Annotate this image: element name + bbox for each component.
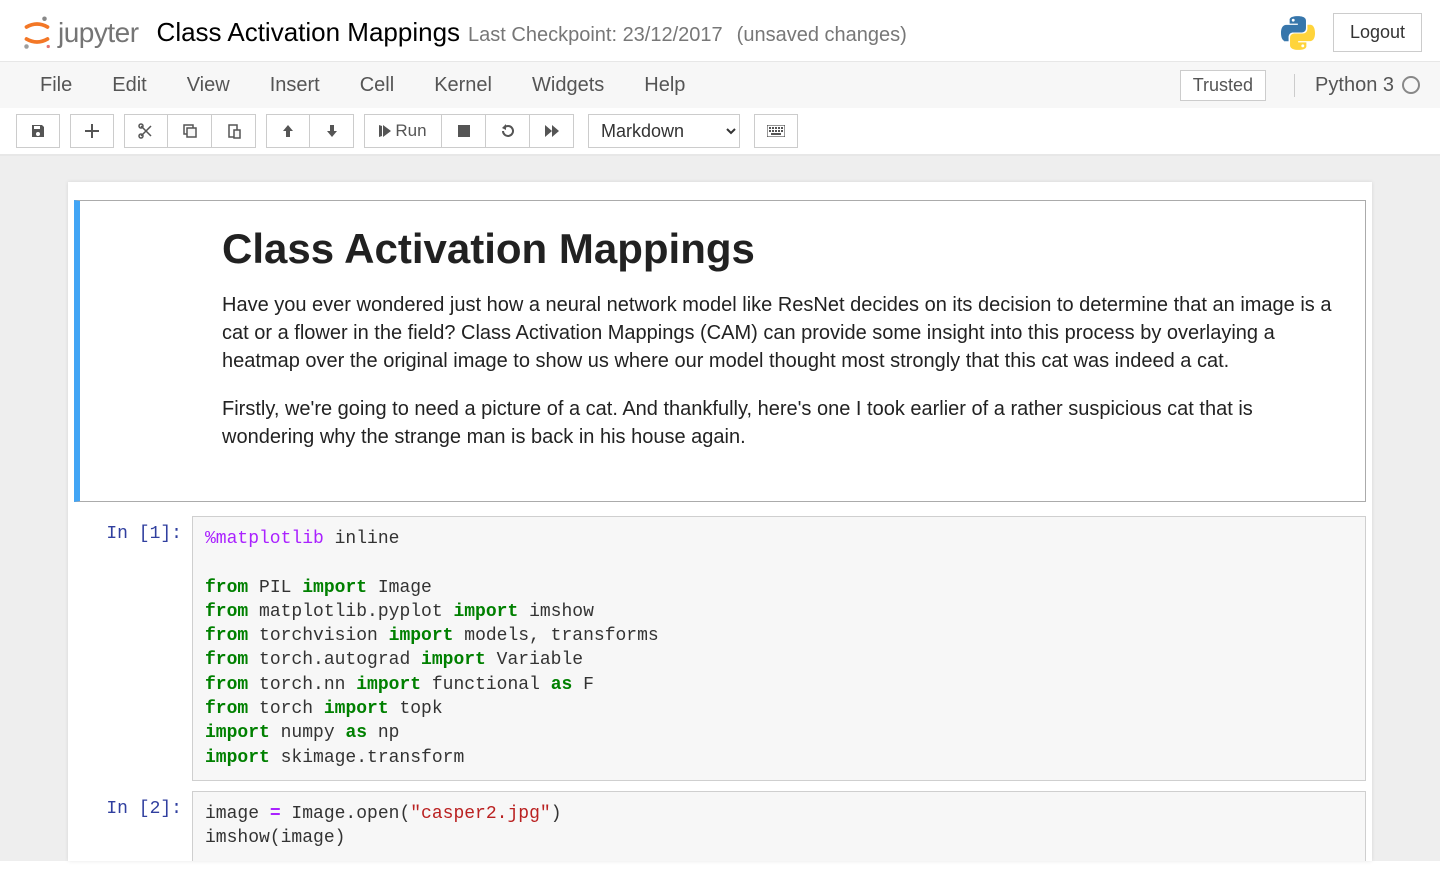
paste-button[interactable] bbox=[212, 114, 256, 148]
menu-insert[interactable]: Insert bbox=[250, 64, 340, 107]
notebook-header: jupyter Class Activation Mappings Last C… bbox=[0, 0, 1440, 62]
fast-forward-icon bbox=[545, 125, 559, 137]
markdown-rendered: Class Activation Mappings Have you ever … bbox=[102, 225, 1335, 451]
input-prompt: In [1]: bbox=[74, 516, 192, 781]
save-button[interactable] bbox=[16, 114, 60, 148]
restart-icon bbox=[500, 123, 516, 139]
cell-type-select[interactable]: Markdown bbox=[588, 114, 740, 148]
arrow-up-icon bbox=[281, 124, 295, 138]
code-input[interactable]: image = Image.open("casper2.jpg") imshow… bbox=[192, 791, 1366, 861]
interrupt-button[interactable] bbox=[442, 114, 486, 148]
md-paragraph-2: Firstly, we're going to need a picture o… bbox=[222, 395, 1335, 451]
restart-button[interactable] bbox=[486, 114, 530, 148]
md-heading: Class Activation Mappings bbox=[222, 225, 1335, 273]
insert-cell-button[interactable] bbox=[70, 114, 114, 148]
jupyter-text: jupyter bbox=[58, 17, 139, 49]
move-down-button[interactable] bbox=[310, 114, 354, 148]
jupyter-icon bbox=[22, 16, 52, 50]
menu-view[interactable]: View bbox=[167, 64, 250, 107]
menu-widgets[interactable]: Widgets bbox=[512, 64, 624, 107]
cut-button[interactable] bbox=[124, 114, 168, 148]
menu-kernel[interactable]: Kernel bbox=[414, 64, 512, 107]
run-button[interactable]: Run bbox=[364, 114, 442, 148]
logout-button[interactable]: Logout bbox=[1333, 13, 1422, 52]
kernel-idle-icon bbox=[1402, 76, 1420, 94]
trusted-indicator[interactable]: Trusted bbox=[1180, 70, 1266, 101]
copy-button[interactable] bbox=[168, 114, 212, 148]
restart-run-all-button[interactable] bbox=[530, 114, 574, 148]
checkpoint-info: Last Checkpoint: 23/12/2017 bbox=[468, 24, 723, 47]
scissors-icon bbox=[138, 123, 154, 139]
paste-icon bbox=[226, 123, 242, 139]
save-icon bbox=[30, 123, 46, 139]
menubar: File Edit View Insert Cell Kernel Widget… bbox=[0, 62, 1440, 108]
menu-file[interactable]: File bbox=[20, 64, 92, 107]
python-logo-icon bbox=[1281, 16, 1315, 50]
toolbar: Run Markdown bbox=[0, 108, 1440, 155]
arrow-down-icon bbox=[325, 124, 339, 138]
notebook-name[interactable]: Class Activation Mappings bbox=[157, 17, 460, 48]
command-palette-button[interactable] bbox=[754, 114, 798, 148]
run-icon bbox=[379, 125, 391, 137]
menu-help[interactable]: Help bbox=[624, 64, 705, 107]
jupyter-logo[interactable]: jupyter bbox=[22, 16, 139, 50]
kernel-name: Python 3 bbox=[1315, 74, 1394, 97]
markdown-cell-selected[interactable]: Class Activation Mappings Have you ever … bbox=[74, 200, 1366, 502]
input-prompt: In [2]: bbox=[74, 791, 192, 861]
menu-edit[interactable]: Edit bbox=[92, 64, 166, 107]
notebook-container: Class Activation Mappings Have you ever … bbox=[68, 182, 1372, 861]
code-input[interactable]: %matplotlib inline from PIL import Image… bbox=[192, 516, 1366, 781]
title-area: Class Activation Mappings Last Checkpoin… bbox=[157, 17, 1281, 48]
keyboard-icon bbox=[767, 125, 785, 137]
kernel-indicator[interactable]: Python 3 bbox=[1294, 74, 1420, 97]
move-up-button[interactable] bbox=[266, 114, 310, 148]
code-cell-2[interactable]: In [2]: image = Image.open("casper2.jpg"… bbox=[74, 791, 1366, 861]
copy-icon bbox=[182, 123, 198, 139]
notebook-area: Class Activation Mappings Have you ever … bbox=[0, 156, 1440, 861]
code-cell-1[interactable]: In [1]: %matplotlib inline from PIL impo… bbox=[74, 516, 1366, 781]
unsaved-changes: (unsaved changes) bbox=[737, 24, 907, 47]
run-label: Run bbox=[395, 121, 426, 141]
stop-icon bbox=[458, 125, 470, 137]
menu-cell[interactable]: Cell bbox=[340, 64, 414, 107]
md-paragraph-1: Have you ever wondered just how a neural… bbox=[222, 291, 1335, 375]
plus-icon bbox=[85, 124, 99, 138]
